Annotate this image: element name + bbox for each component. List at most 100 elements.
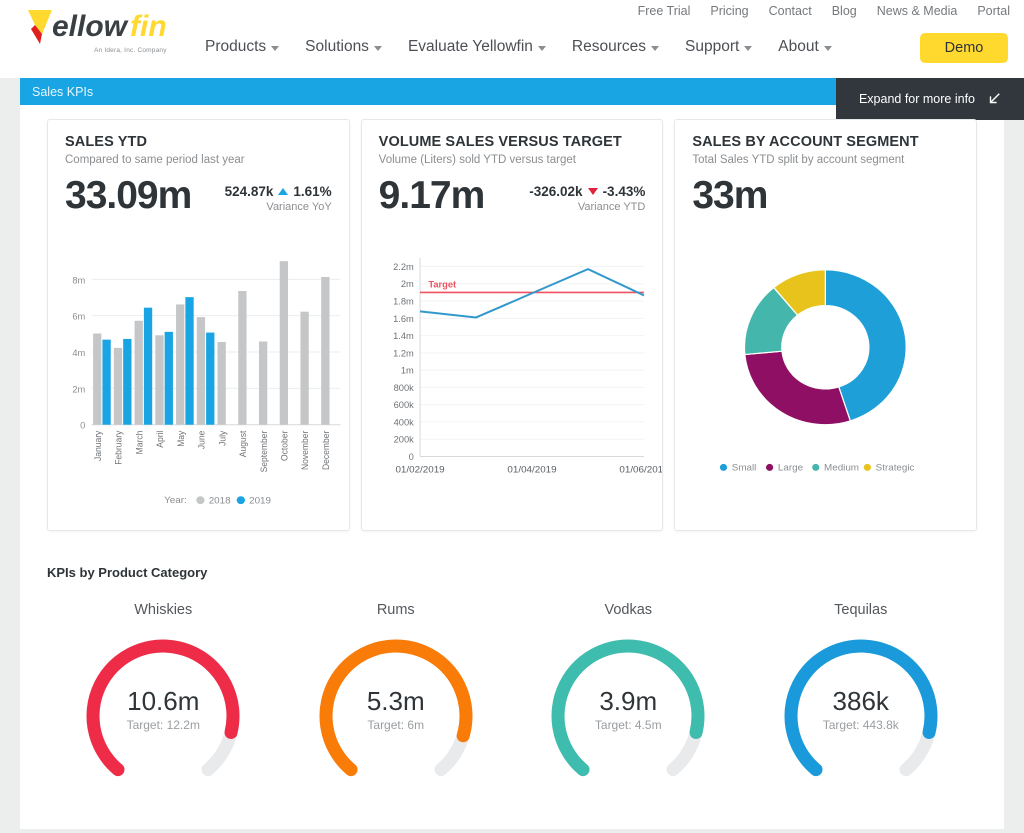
gauge-dial: 3.9m Target: 4.5m xyxy=(542,630,714,802)
svg-text:January: January xyxy=(93,430,103,461)
svg-text:March: March xyxy=(134,431,144,455)
svg-text:400k: 400k xyxy=(393,418,414,428)
kpi-card-volume-vs-target[interactable]: VOLUME SALES VERSUS TARGET Volume (Liter… xyxy=(360,119,668,531)
svg-text:0: 0 xyxy=(408,452,413,462)
nav-item-products[interactable]: Products xyxy=(205,38,280,56)
gauge-label: Vodkas xyxy=(604,602,653,618)
variance-percent: -3.43% xyxy=(602,184,646,199)
utility-link-portal[interactable]: Portal xyxy=(977,4,1010,18)
gauges-row: Whiskies 10.6m Target: 12.2m Rums 5.3m Target… xyxy=(47,602,977,802)
gauge-label: Whiskies xyxy=(134,602,193,618)
svg-text:fin: fin xyxy=(130,10,167,43)
site-header: Free Trial Pricing Contact Blog News & M… xyxy=(0,0,1024,78)
nav-item-support[interactable]: Support xyxy=(685,38,753,56)
gauge-center: 10.6m Target: 12.2m xyxy=(77,688,249,732)
nav-item-evaluate-yellowfin[interactable]: Evaluate Yellowfin xyxy=(408,38,546,56)
demo-button[interactable]: Demo xyxy=(920,33,1008,63)
utility-link-news-media[interactable]: News & Media xyxy=(877,4,958,18)
variance-block: -326.02k -3.43% Variance YTD xyxy=(529,176,645,213)
gauge-target-label: Target: 443.8k xyxy=(822,718,899,732)
nav-item-solutions[interactable]: Solutions xyxy=(305,38,382,56)
expand-tip-label: Expand for more info xyxy=(858,92,976,106)
svg-text:2018: 2018 xyxy=(209,496,231,507)
gauge-center: 3.9m Target: 4.5m xyxy=(542,688,714,732)
svg-text:May: May xyxy=(176,430,186,447)
metric-row: 9.17m -326.02k -3.43% Variance YTD xyxy=(379,176,646,215)
card-subtitle: Volume (Liters) sold YTD versus target xyxy=(378,154,576,166)
utility-link-contact[interactable]: Contact xyxy=(769,4,812,18)
dashboard-container: Sales KPIs Expand for more info SALES YT… xyxy=(0,78,1024,829)
yellowfin-logo[interactable]: ellow fin An Idera, Inc. Company xyxy=(22,6,197,58)
gauge-label: Rums xyxy=(376,602,415,618)
kpi-cards-row: SALES YTD Compared to same period last y… xyxy=(20,119,1004,531)
variance-label: Variance YoY xyxy=(266,201,332,213)
svg-text:01/04/2019: 01/04/2019 xyxy=(507,465,556,476)
utility-link-blog[interactable]: Blog xyxy=(832,4,857,18)
nav-label-about: About xyxy=(778,38,819,55)
svg-text:800k: 800k xyxy=(393,383,414,393)
svg-text:1.8m: 1.8m xyxy=(393,297,414,307)
variance-label: Variance YTD xyxy=(577,201,646,213)
kpis-by-product-category-section: KPIs by Product Category Whiskies 10.6m Ta… xyxy=(20,531,1004,802)
svg-text:April: April xyxy=(155,431,165,448)
utility-link-pricing[interactable]: Pricing xyxy=(710,4,748,18)
svg-text:December: December xyxy=(321,431,331,470)
svg-text:September: September xyxy=(259,431,269,473)
kpi-value: 33.09m xyxy=(65,174,192,217)
svg-text:8m: 8m xyxy=(72,275,85,285)
gauge-center: 5.3m Target: 6m xyxy=(310,688,482,732)
svg-text:October: October xyxy=(279,431,289,461)
nav-label-products: Products xyxy=(205,38,267,55)
card-title: SALES YTD xyxy=(65,134,148,150)
nav-item-about[interactable]: About xyxy=(778,38,832,56)
line-chart[interactable]: 0 200k 400k 600k 800k 1m 1.2m 1.4m 1.6m 1.8m 2m 2.2… xyxy=(362,240,668,524)
chevron-down-icon xyxy=(271,45,280,51)
main-nav: Products Solutions Evaluate Yellowfin Re… xyxy=(205,38,832,56)
dashboard-body: SALES YTD Compared to same period last y… xyxy=(20,105,1004,829)
svg-text:6m: 6m xyxy=(72,312,85,322)
svg-text:2.2m: 2.2m xyxy=(393,262,414,272)
arrow-down-icon xyxy=(587,188,598,195)
chevron-down-icon xyxy=(537,45,546,51)
svg-text:June: June xyxy=(196,431,206,450)
gauge-value: 5.3m xyxy=(366,686,425,716)
svg-text:0: 0 xyxy=(80,421,85,431)
utility-link-free-trial[interactable]: Free Trial xyxy=(638,4,691,18)
metric-row: 33m xyxy=(692,176,959,215)
kpi-card-sales-by-account-segment[interactable]: SALES BY ACCOUNT SEGMENT Total Sales YTD… xyxy=(674,119,978,531)
kpi-value: 9.17m xyxy=(378,174,486,217)
kpi-card-sales-ytd[interactable]: SALES YTD Compared to same period last y… xyxy=(47,119,350,531)
svg-text:2m: 2m xyxy=(72,385,85,395)
expand-for-more-info-panel[interactable]: Expand for more info xyxy=(836,78,1024,120)
gauge-rums[interactable]: Rums 5.3m Target: 6m xyxy=(280,602,513,802)
svg-text:July: July xyxy=(217,430,227,446)
gauge-center: 386k Target: 443.8k xyxy=(775,688,947,732)
gauge-value: 3.9m xyxy=(599,686,658,716)
yellowfin-logo-icon: ellow fin xyxy=(28,10,167,44)
svg-text:November: November xyxy=(300,431,310,470)
gauge-whiskies[interactable]: Whiskies 10.6m Target: 12.2m xyxy=(47,602,280,802)
gauge-tequilas[interactable]: Tequilas 386k Target: 443.8k xyxy=(745,602,978,802)
gauge-vodkas[interactable]: Vodkas 3.9m Target: 4.5m xyxy=(512,602,745,802)
svg-text:Large: Large xyxy=(778,463,803,474)
svg-text:01/06/2019: 01/06/2019 xyxy=(619,465,662,476)
svg-text:4m: 4m xyxy=(72,348,85,358)
nav-item-resources[interactable]: Resources xyxy=(572,38,659,56)
svg-text:200k: 200k xyxy=(393,435,414,445)
svg-text:1.4m: 1.4m xyxy=(393,331,414,341)
expand-arrow-icon xyxy=(989,93,1000,104)
bar-chart[interactable]: 0 2m 4m 6m 8m January February March April May Jun… xyxy=(48,240,349,524)
svg-text:600k: 600k xyxy=(393,400,414,410)
gauge-dial: 5.3m Target: 6m xyxy=(310,630,482,802)
gauge-dial: 10.6m Target: 12.2m xyxy=(77,630,249,802)
nav-label-solutions: Solutions xyxy=(305,38,369,55)
gauge-target-label: Target: 6m xyxy=(367,718,425,732)
kpi-value: 33m xyxy=(692,174,768,217)
svg-text:Year:: Year: xyxy=(164,495,187,506)
variance-value: -326.02k xyxy=(529,184,583,199)
arrow-up-icon xyxy=(278,188,289,195)
svg-text:Small: Small xyxy=(732,463,757,474)
variance-percent: 1.61% xyxy=(293,184,332,199)
gauge-target-label: Target: 12.2m xyxy=(126,718,200,732)
donut-chart[interactable]: Small Large Medium Strategic xyxy=(675,240,976,524)
